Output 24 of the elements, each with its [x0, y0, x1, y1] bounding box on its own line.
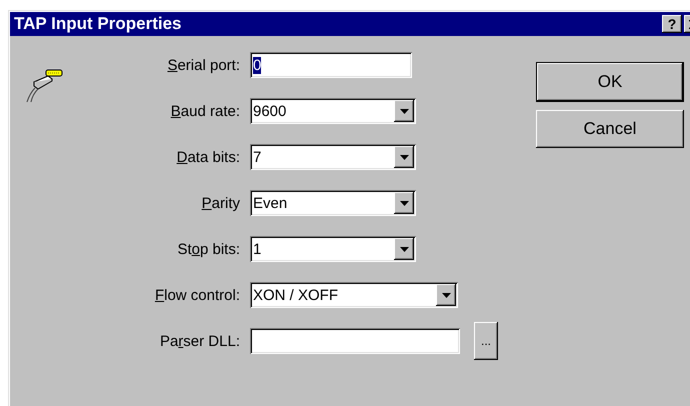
dropdown-arrow-icon: [400, 246, 408, 252]
browse-button[interactable]: ...: [474, 322, 498, 360]
dropdown-field[interactable]: 7: [250, 144, 416, 170]
dropdown-field[interactable]: 1: [250, 236, 416, 262]
help-button[interactable]: ?: [662, 15, 682, 33]
field-label: Baud rate:: [170, 102, 240, 120]
dropdown-arrow-icon: [400, 108, 408, 114]
field-label: Serial port:: [166, 56, 240, 74]
field-label: Parser DLL:: [158, 332, 240, 350]
dropdown-arrow-icon: [442, 292, 450, 298]
field-label: Stop bits:: [176, 240, 240, 258]
window-title: TAP Input Properties: [14, 14, 183, 34]
dialog-button[interactable]: OK: [536, 62, 684, 102]
dropdown-arrow-icon: [400, 154, 408, 160]
field-label: Data bits:: [176, 148, 240, 166]
dropdown-field[interactable]: Even: [250, 190, 416, 216]
serial-port-field[interactable]: 0: [250, 52, 412, 78]
dropdown-field[interactable]: 9600: [250, 98, 416, 124]
field-label: Flow control:: [154, 286, 240, 304]
dropdown-arrow-icon: [400, 200, 408, 206]
dialog-button[interactable]: Cancel: [536, 110, 684, 148]
field-label: Parity: [200, 194, 240, 212]
dropdown-field[interactable]: XON / XOFF: [250, 282, 458, 308]
file-path-field[interactable]: [250, 328, 460, 354]
